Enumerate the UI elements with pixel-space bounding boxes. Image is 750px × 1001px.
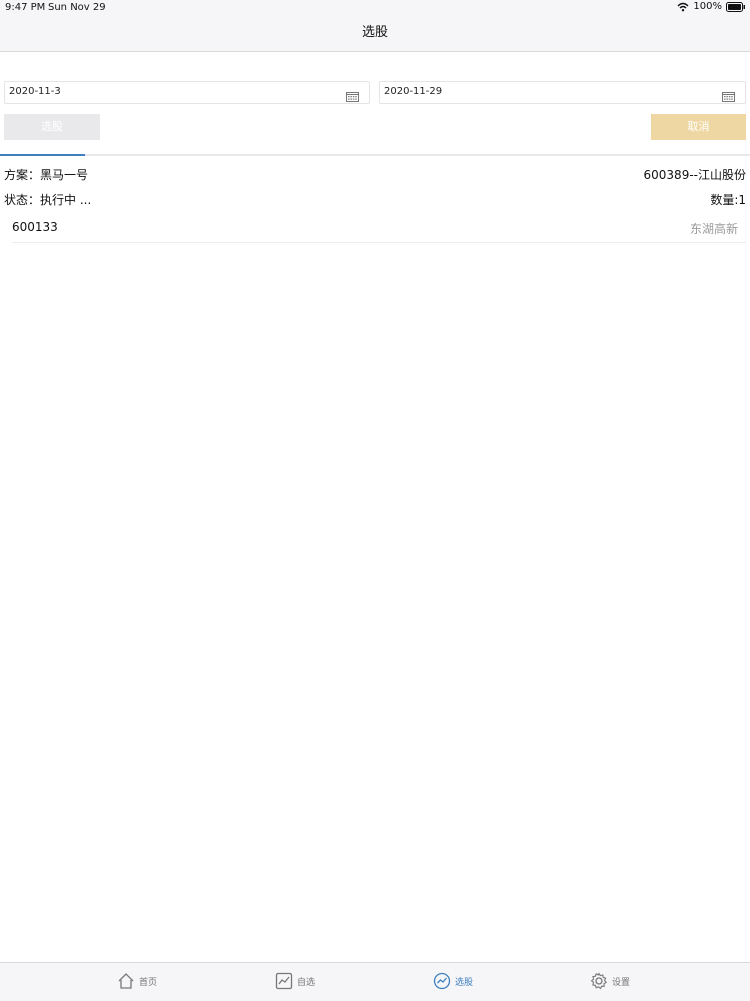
- progress-bar: [0, 154, 750, 156]
- select-stocks-button[interactable]: 选股: [4, 114, 100, 140]
- home-icon: [117, 972, 135, 990]
- chart-icon: [275, 972, 293, 990]
- gear-icon: [590, 972, 608, 990]
- status-date: Sun Nov 29: [48, 2, 106, 13]
- stock-name: 东湖高新: [689, 222, 738, 236]
- list-item[interactable]: 600133 东湖高新: [12, 214, 746, 243]
- plan-row: 方案：黑马一号 600389--江山股份: [4, 166, 746, 184]
- status-time: 9:47 PM: [5, 2, 46, 13]
- status-bar: 9:47 PM Sun Nov 29 100%: [0, 0, 750, 16]
- start-date-field[interactable]: 2020-11-3: [4, 81, 370, 104]
- end-date-field[interactable]: 2020-11-29: [379, 81, 746, 104]
- tab-settings-label: 设置: [612, 977, 631, 988]
- tab-settings[interactable]: 设置: [590, 972, 630, 990]
- tab-bar: 首页 自选 选股 设置: [0, 962, 750, 1001]
- end-date-value: 2020-11-29: [384, 86, 443, 97]
- navigation-bar: 选股: [0, 16, 750, 52]
- trend-icon: [433, 972, 451, 990]
- tab-stock-picker[interactable]: 选股: [433, 972, 473, 990]
- status-right: 100%: [677, 1, 746, 12]
- battery-percent: 100%: [693, 1, 722, 12]
- status-row: 状态：执行中 ... 数量:1: [4, 191, 746, 209]
- tab-stock-picker-label: 选股: [455, 977, 474, 988]
- tab-watchlist-label: 自选: [297, 977, 316, 988]
- wifi-icon: [677, 2, 689, 12]
- cancel-button[interactable]: 取消: [651, 114, 746, 140]
- tab-home-label: 首页: [139, 977, 158, 988]
- target-stock: 600389--江山股份: [643, 168, 746, 182]
- progress-fill: [0, 154, 85, 156]
- result-count: 数量:1: [710, 193, 746, 207]
- stock-code: 600133: [12, 220, 58, 234]
- result-list: 600133 东湖高新: [12, 214, 746, 243]
- status-label: 状态：执行中 ...: [4, 193, 92, 207]
- plan-label: 方案：黑马一号: [4, 168, 89, 182]
- battery-icon: [726, 1, 746, 12]
- page-title: 选股: [361, 25, 388, 40]
- tab-watchlist[interactable]: 自选: [275, 972, 315, 990]
- start-date-value: 2020-11-3: [9, 86, 61, 97]
- tab-home[interactable]: 首页: [117, 972, 157, 990]
- calendar-icon[interactable]: [722, 87, 735, 106]
- calendar-icon[interactable]: [346, 87, 359, 106]
